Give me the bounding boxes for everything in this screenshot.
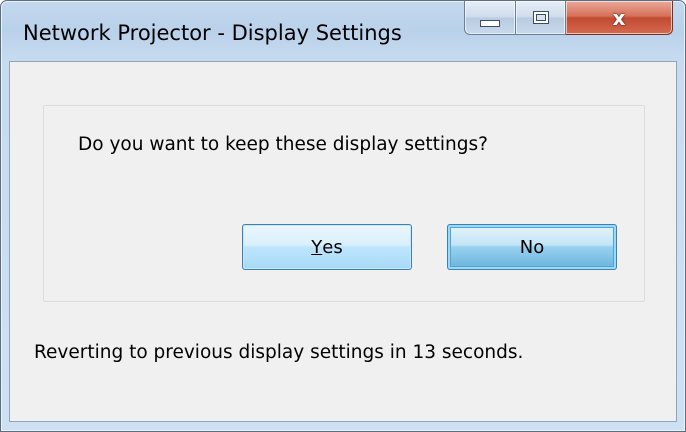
close-icon: x <box>612 5 626 30</box>
question-text: Do you want to keep these display settin… <box>78 134 488 155</box>
caption-buttons: x <box>464 1 673 37</box>
no-button[interactable]: No <box>447 224 617 270</box>
yes-accelerator: Y <box>311 236 323 258</box>
yes-label-rest: es <box>322 236 343 258</box>
countdown-status: Reverting to previous display settings i… <box>34 342 524 363</box>
question-panel: Do you want to keep these display settin… <box>43 105 645 302</box>
dialog-client-area: Do you want to keep these display settin… <box>9 61 677 422</box>
minimize-button[interactable] <box>464 1 516 35</box>
maximize-button[interactable] <box>516 1 566 35</box>
title-bar[interactable]: Network Projector - Display Settings x <box>1 1 685 61</box>
dialog-window: Network Projector - Display Settings x D… <box>0 0 686 432</box>
close-button[interactable]: x <box>566 1 673 35</box>
yes-button[interactable]: Yes <box>242 224 412 270</box>
maximize-icon <box>532 11 549 24</box>
window-title: Network Projector - Display Settings <box>23 21 402 45</box>
minimize-icon <box>480 20 500 27</box>
